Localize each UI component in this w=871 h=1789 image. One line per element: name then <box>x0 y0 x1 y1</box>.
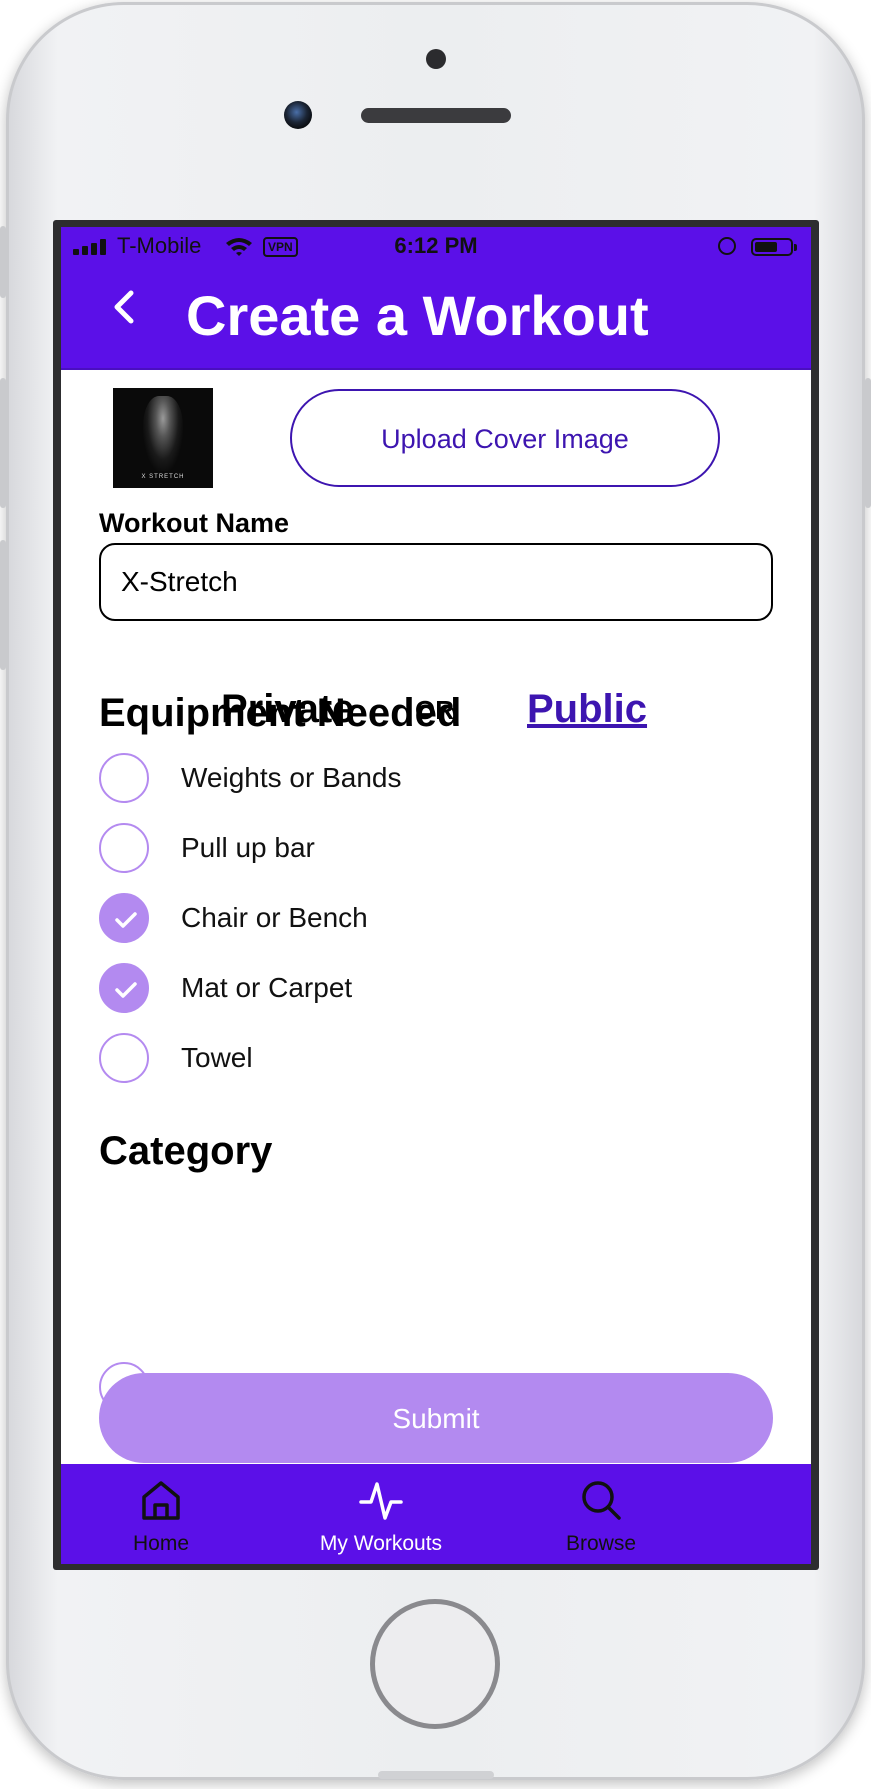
app-header: T-Mobile VPN 6:12 PM Create a Workout <box>61 227 811 368</box>
public-option[interactable]: Public <box>527 687 647 732</box>
front-camera <box>284 101 312 129</box>
radio-checked[interactable] <box>99 893 149 943</box>
status-time: 6:12 PM <box>394 233 478 258</box>
back-chevron-icon[interactable] <box>105 285 145 329</box>
equipment-label: Mat or Carpet <box>181 972 353 1003</box>
volume-down-button <box>0 540 6 670</box>
earpiece-speaker <box>361 108 511 123</box>
header-divider <box>61 368 811 370</box>
equipment-item-mat[interactable]: Mat or Carpet <box>99 963 699 1015</box>
equipment-label: Towel <box>181 1042 253 1073</box>
category-title: Category <box>99 1129 273 1173</box>
radio-unchecked[interactable] <box>99 1033 149 1083</box>
page-title: Create a Workout <box>186 284 649 347</box>
workout-name-input[interactable] <box>99 543 773 621</box>
tab-home[interactable]: Home <box>61 1464 261 1564</box>
cover-thumbnail-caption: X STRETCH <box>141 474 185 480</box>
proximity-sensor <box>426 49 446 69</box>
equipment-label: Pull up bar <box>181 832 315 863</box>
home-icon <box>142 1481 180 1520</box>
equipment-item-pull-up-bar[interactable]: Pull up bar <box>99 823 699 875</box>
submit-button[interactable]: Submit <box>99 1373 773 1463</box>
equipment-title: Equipment Needed <box>99 691 462 735</box>
equipment-item-weights[interactable]: Weights or Bands <box>99 753 699 805</box>
mute-switch <box>0 226 6 298</box>
equipment-label: Chair or Bench <box>181 902 368 933</box>
battery-icon <box>751 238 797 256</box>
tab-label: Browse <box>565 1532 637 1555</box>
power-button <box>865 378 871 508</box>
tab-bar: Home My Workouts Browse <box>61 1464 811 1564</box>
checkmark-icon <box>115 982 137 998</box>
status-bar: T-Mobile VPN 6:12 PM <box>61 227 811 267</box>
radio-checked[interactable] <box>99 963 149 1013</box>
tab-my-workouts[interactable]: My Workouts <box>281 1464 481 1564</box>
tab-label: My Workouts <box>319 1532 443 1555</box>
upload-cover-button[interactable]: Upload Cover Image <box>290 389 720 487</box>
equipment-label: Weights or Bands <box>181 762 402 793</box>
rotation-lock-icon <box>718 237 736 255</box>
cover-figure <box>143 396 183 471</box>
activity-icon <box>359 1482 403 1520</box>
phone-bottom-notch <box>378 1771 494 1779</box>
search-icon <box>582 1481 621 1520</box>
volume-up-button <box>0 378 6 508</box>
radio-unchecked[interactable] <box>99 753 149 803</box>
cover-thumbnail: X STRETCH <box>113 388 213 488</box>
workout-name-label: Workout Name <box>99 508 290 538</box>
tab-browse[interactable]: Browse <box>501 1464 701 1564</box>
checkmark-icon <box>115 912 137 928</box>
home-button[interactable] <box>370 1599 500 1729</box>
app-screen: T-Mobile VPN 6:12 PM Create a Workout X … <box>61 227 811 1564</box>
equipment-item-chair[interactable]: Chair or Bench <box>99 893 699 945</box>
tab-label: Home <box>132 1532 190 1555</box>
radio-unchecked[interactable] <box>99 823 149 873</box>
equipment-item-towel[interactable]: Towel <box>99 1033 699 1085</box>
